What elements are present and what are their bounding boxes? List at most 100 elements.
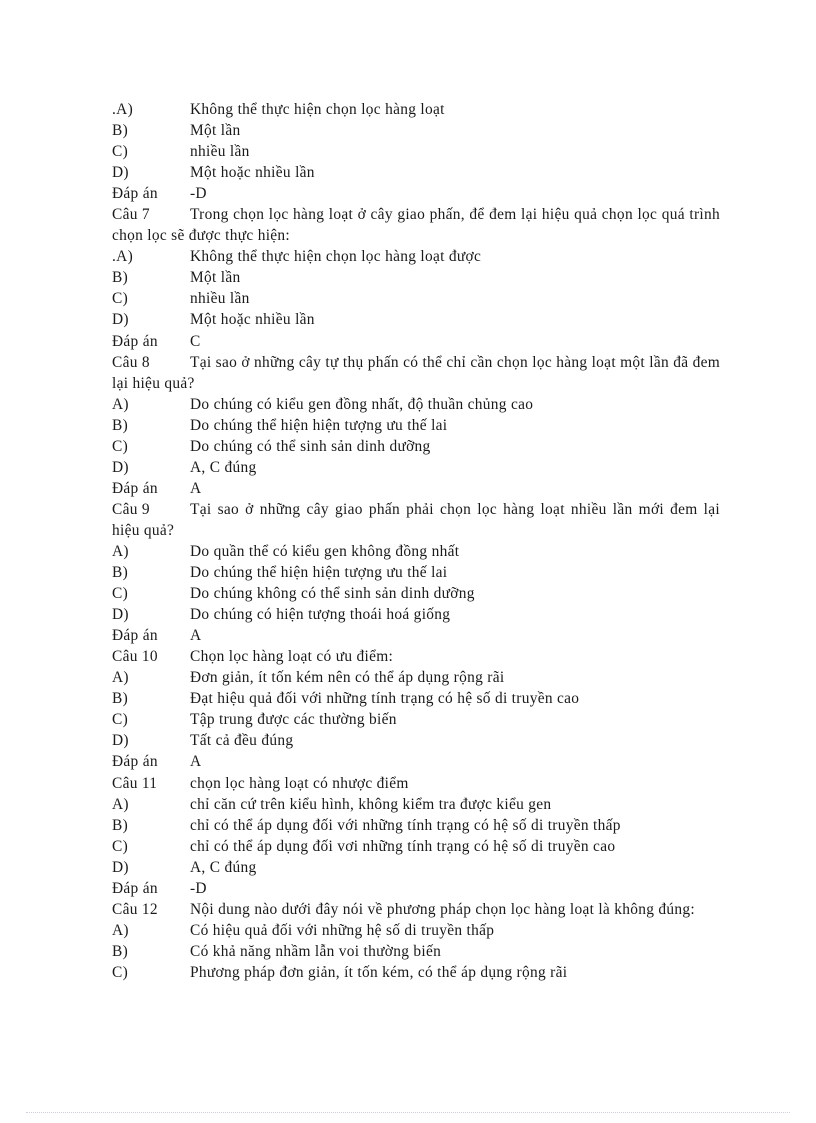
question-number: Câu 8 — [112, 353, 150, 371]
option-row[interactable]: B) Một lần — [112, 120, 720, 141]
option-label: A) — [112, 795, 129, 813]
option-text: Do chúng có thể sinh sản dinh dưỡng — [190, 437, 431, 455]
option-row[interactable]: B) chỉ có thể áp dụng đối với những tính … — [112, 815, 720, 836]
answer-value: C — [190, 332, 201, 350]
question-q10: Câu 10 Chọn lọc hàng loạt có ưu điểm: — [112, 646, 720, 667]
question-q11: Câu 11 chọn lọc hàng loạt có nhược điểm — [112, 773, 720, 794]
answer-row: Đáp án A — [112, 625, 720, 646]
option-row[interactable]: C) Do chúng có thể sinh sản dinh dưỡng — [112, 436, 720, 457]
answer-label: Đáp án — [112, 479, 158, 497]
option-text: nhiều lần — [190, 143, 250, 161]
question-number: Câu 10 — [112, 648, 158, 666]
option-row[interactable]: .A) Không thể thực hiện chọn lọc hàng loạ… — [112, 246, 720, 267]
option-row[interactable]: B) Có khả năng nhầm lẫn voi thường biến — [112, 941, 720, 962]
question-number: Câu 11 — [112, 774, 158, 792]
option-label: B) — [112, 269, 129, 287]
option-label: B) — [112, 690, 129, 708]
answer-row: Đáp án A — [112, 478, 720, 499]
option-row[interactable]: B) Do chúng thể hiện hiện tượng ưu thế la… — [112, 562, 720, 583]
document-page: .A) Không thể thực hiện chọn lọc hàng loạ… — [0, 0, 816, 1123]
option-row[interactable]: D) A, C đúng — [112, 857, 720, 878]
option-text: chỉ có thể áp dụng đối vơi những tính tr… — [190, 837, 616, 855]
option-text: chỉ căn cứ trên kiểu hình, không kiểm tr… — [190, 795, 552, 813]
question-number: Câu 9 — [112, 500, 150, 518]
answer-label: Đáp án — [112, 753, 158, 771]
answer-value: A — [190, 753, 202, 771]
option-row[interactable]: A) chỉ căn cứ trên kiểu hình, không kiểm … — [112, 794, 720, 815]
answer-row: Đáp án -D — [112, 878, 720, 899]
option-row[interactable]: C) nhiều lần — [112, 141, 720, 162]
option-row[interactable]: B) Đạt hiệu quả đối với những tính trạng … — [112, 688, 720, 709]
option-label: .A) — [112, 101, 134, 118]
option-label: D) — [112, 858, 129, 876]
answer-label: Đáp án — [112, 879, 158, 897]
option-label: D) — [112, 732, 129, 750]
option-label: A) — [112, 669, 129, 687]
option-row[interactable]: B) Một lần — [112, 267, 720, 288]
option-row[interactable]: D) Do chúng có hiện tượng thoái hoá giống — [112, 604, 720, 625]
question-text: Trong chọn lọc hàng loạt ở cây giao phấn… — [112, 206, 720, 245]
option-row[interactable]: C) chỉ có thể áp dụng đối vơi những tính … — [112, 836, 720, 857]
option-label: C) — [112, 963, 129, 981]
question-text: Tại sao ở những cây tự thụ phấn có thể c… — [112, 353, 720, 392]
option-row[interactable]: C) Do chúng không có thể sinh sản dinh dư… — [112, 583, 720, 604]
answer-value: -D — [190, 879, 207, 897]
option-label: B) — [112, 942, 129, 960]
option-row[interactable]: D) Tất cả đều đúng — [112, 730, 720, 751]
option-text: Một hoặc nhiều lần — [190, 311, 315, 329]
question-text: Tại sao ở những cây giao phấn phải chọn … — [112, 500, 720, 539]
option-label: C) — [112, 143, 129, 161]
option-text: Đơn giản, ít tốn kém nên có thể áp dụng … — [190, 669, 505, 687]
option-label: A) — [112, 395, 129, 413]
option-label: B) — [112, 416, 129, 434]
question-q8: Câu 8 Tại sao ở những cây tự thụ phấn có … — [112, 352, 720, 394]
option-row[interactable]: A) Đơn giản, ít tốn kém nên có thể áp dụn… — [112, 667, 720, 688]
option-text: Một lần — [190, 122, 241, 140]
answer-label: Đáp án — [112, 185, 158, 203]
answer-row: Đáp án C — [112, 331, 720, 352]
option-row[interactable]: A) Có hiệu quả đối với những hệ số di tru… — [112, 920, 720, 941]
option-row[interactable]: D) Một hoặc nhiều lần — [112, 309, 720, 330]
option-row[interactable]: D) A, C đúng — [112, 457, 720, 478]
option-label: C) — [112, 711, 129, 729]
option-row[interactable]: D) Một hoặc nhiều lần — [112, 162, 720, 183]
option-text: Tập trung được các thường biến — [190, 711, 397, 729]
option-text: Không thể thực hiện chọn lọc hàng loạt đ… — [190, 248, 482, 266]
option-row[interactable]: A) Do quần thể có kiểu gen không đồng nhấ… — [112, 541, 720, 562]
option-label: A) — [112, 542, 129, 560]
option-row[interactable]: C) Phương pháp đơn giản, ít tốn kém, có t… — [112, 962, 720, 983]
question-number: Câu 12 — [112, 900, 158, 918]
option-text: Do quần thể có kiểu gen không đồng nhất — [190, 542, 460, 560]
option-label: B) — [112, 564, 129, 582]
option-text: Có hiệu quả đối với những hệ số di truyề… — [190, 921, 495, 939]
answer-value: -D — [190, 185, 207, 203]
option-row[interactable]: .A) Không thể thực hiện chọn lọc hàng loạ… — [112, 99, 720, 120]
option-row[interactable]: B) Do chúng thể hiện hiện tượng ưu thế la… — [112, 415, 720, 436]
option-text: A, C đúng — [190, 858, 257, 876]
option-row[interactable]: C) nhiều lần — [112, 288, 720, 309]
option-label: A) — [112, 921, 129, 939]
question-q9: Câu 9 Tại sao ở những cây giao phấn phải … — [112, 499, 720, 541]
question-q7: Câu 7 Trong chọn lọc hàng loạt ở cây giao… — [112, 204, 720, 246]
option-text: Do chúng thể hiện hiện tượng ưu thế lai — [190, 416, 448, 434]
question-text: Chọn lọc hàng loạt có ưu điểm: — [190, 648, 394, 666]
option-text: Có khả năng nhầm lẫn voi thường biến — [190, 942, 442, 960]
option-text: Do chúng có kiểu gen đồng nhất, độ thuần… — [190, 395, 534, 413]
option-label: B) — [112, 816, 129, 834]
answer-row: Đáp án -D — [112, 183, 720, 204]
option-row[interactable]: A) Do chúng có kiểu gen đồng nhất, độ thu… — [112, 394, 720, 415]
option-text: nhiều lần — [190, 290, 250, 308]
option-row[interactable]: C) Tập trung được các thường biến — [112, 709, 720, 730]
question-text: Nội dung nào dưới đây nói về phương pháp… — [190, 900, 695, 918]
option-text: Đạt hiệu quả đối với những tính trạng có… — [190, 690, 580, 708]
document-body: .A) Không thể thực hiện chọn lọc hàng loạ… — [112, 99, 720, 983]
option-text: Tất cả đều đúng — [190, 732, 294, 750]
option-text: Phương pháp đơn giản, ít tốn kém, có thể… — [190, 963, 568, 981]
answer-label: Đáp án — [112, 627, 158, 645]
option-label: C) — [112, 585, 129, 603]
answer-value: A — [190, 479, 202, 497]
option-label: C) — [112, 437, 129, 455]
question-text: chọn lọc hàng loạt có nhược điểm — [190, 774, 409, 792]
option-text: Do chúng thể hiện hiện tượng ưu thế lai — [190, 564, 448, 582]
option-text: Một hoặc nhiều lần — [190, 164, 315, 182]
